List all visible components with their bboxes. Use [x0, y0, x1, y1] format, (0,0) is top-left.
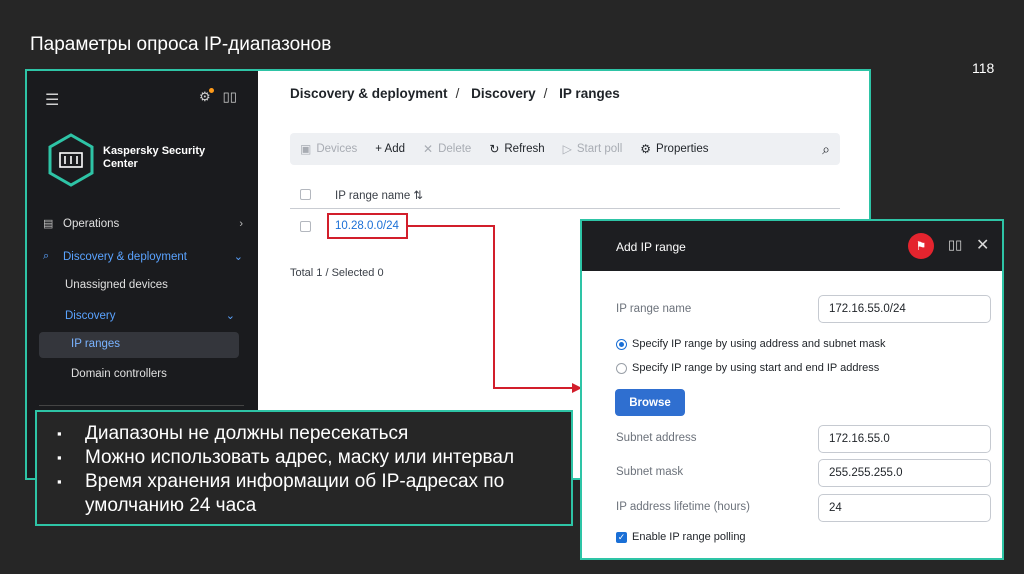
sidebar-item-operations[interactable]: ▤ Operations ›	[43, 217, 243, 231]
subnet-address-label: Subnet address	[616, 432, 697, 444]
add-button[interactable]: + Add	[375, 143, 405, 155]
refresh-icon: ↻	[489, 142, 500, 156]
bullet-item: Диапазоны не должны пересекаться	[55, 422, 575, 446]
dialog-header: Add IP range ⚑ ▯▯ ✕	[582, 221, 1002, 271]
sidebar-item-domain-controllers[interactable]: Domain controllers	[71, 368, 167, 380]
column-ip-range-name[interactable]: IP range name ⇅	[335, 188, 423, 202]
sidebar-item-ip-ranges[interactable]: IP ranges	[71, 338, 120, 350]
bullet-list: Диапазоны не должны пересекаться Можно и…	[55, 422, 575, 518]
enable-polling-checkbox[interactable]: ✓ Enable IP range polling	[616, 531, 746, 543]
product-name: Kaspersky Security Center	[103, 145, 206, 170]
sidebar-selection-highlight	[39, 332, 239, 358]
checkmark-icon[interactable]: ✓	[616, 531, 627, 543]
ip-range-name-label: IP range name	[616, 303, 692, 315]
properties-button[interactable]: ⚙ Properties	[640, 142, 708, 156]
radio-button[interactable]	[616, 362, 627, 374]
breadcrumb-discovery[interactable]: Discovery	[471, 86, 536, 101]
notification-icon[interactable]: ⚙	[199, 88, 214, 105]
devices-icon: ▣	[300, 142, 312, 156]
total-count: Total 1 / Selected 0	[290, 267, 384, 279]
row-checkbox[interactable]	[300, 221, 311, 232]
sidebar-item-discovery-deployment[interactable]: ⌕ Discovery & deployment ⌄	[43, 250, 243, 263]
bullet-item: Можно использовать адрес, маску или инте…	[55, 446, 575, 470]
close-icon[interactable]: ✕	[976, 235, 989, 255]
sidebar-item-unassigned-devices[interactable]: Unassigned devices	[65, 279, 168, 291]
select-all-checkbox[interactable]	[300, 189, 311, 200]
search-icon: ⌕	[43, 250, 50, 262]
radio-button-selected[interactable]	[616, 338, 627, 350]
sidebar-divider	[39, 405, 244, 406]
chevron-down-icon: ⌄	[225, 310, 235, 322]
highlight-box	[327, 213, 408, 239]
subnet-address-input[interactable]: 172.16.55.0	[818, 425, 991, 453]
delete-button[interactable]: ✕ Delete	[423, 142, 471, 156]
sidebar-item-discovery[interactable]: Discovery ⌄	[65, 309, 235, 323]
subnet-mask-label: Subnet mask	[616, 466, 684, 478]
breadcrumb: Discovery & deployment / Discovery / IP ra…	[290, 86, 620, 101]
operations-icon: ▤	[43, 218, 54, 230]
breadcrumb-ip-ranges: IP ranges	[559, 86, 620, 101]
menu-icon[interactable]: ☰	[45, 90, 59, 110]
chevron-down-icon: ⌄	[233, 251, 243, 263]
radio-address-mask[interactable]: Specify IP range by using address and su…	[616, 338, 886, 350]
radio-start-end[interactable]: Specify IP range by using start and end …	[616, 362, 879, 374]
play-icon: ▷	[562, 142, 572, 156]
chevron-right-icon: ›	[239, 217, 243, 230]
toolbar: ▣ Devices + Add ✕ Delete ↻ Refresh ▷ Start p…	[290, 133, 840, 165]
book-icon[interactable]: ▯▯	[223, 89, 237, 105]
refresh-button[interactable]: ↻ Refresh	[489, 142, 544, 156]
close-icon: ✕	[423, 142, 434, 156]
dialog-title: Add IP range	[616, 240, 686, 254]
kaspersky-logo-icon	[48, 133, 94, 187]
book-icon[interactable]: ▯▯	[948, 237, 962, 253]
bullet-item: Время хранения информации об IP-адресах …	[55, 470, 575, 518]
page-number: 118	[972, 60, 995, 76]
gear-icon: ⚙	[640, 142, 652, 156]
bullet-callout: Диапазоны не должны пересекаться Можно и…	[35, 410, 573, 526]
devices-button[interactable]: ▣ Devices	[300, 142, 357, 156]
breadcrumb-discovery-deployment[interactable]: Discovery & deployment	[290, 86, 448, 101]
slide-title: Параметры опроса IP-диапазонов	[30, 34, 332, 55]
ip-range-name-input[interactable]: 172.16.55.0/24	[818, 295, 991, 323]
add-ip-range-dialog: Add IP range ⚑ ▯▯ ✕ IP range name 172.16…	[580, 219, 1004, 560]
start-poll-button[interactable]: ▷ Start poll	[563, 142, 623, 156]
lifetime-label: IP address lifetime (hours)	[616, 501, 751, 513]
subnet-mask-input[interactable]: 255.255.255.0	[818, 459, 991, 487]
lifetime-input[interactable]: 24	[818, 494, 991, 522]
browse-button[interactable]: Browse	[615, 389, 685, 416]
table-header: IP range name ⇅	[290, 179, 840, 209]
flag-icon[interactable]: ⚑	[908, 233, 934, 259]
search-icon[interactable]: ⌕	[822, 141, 830, 158]
